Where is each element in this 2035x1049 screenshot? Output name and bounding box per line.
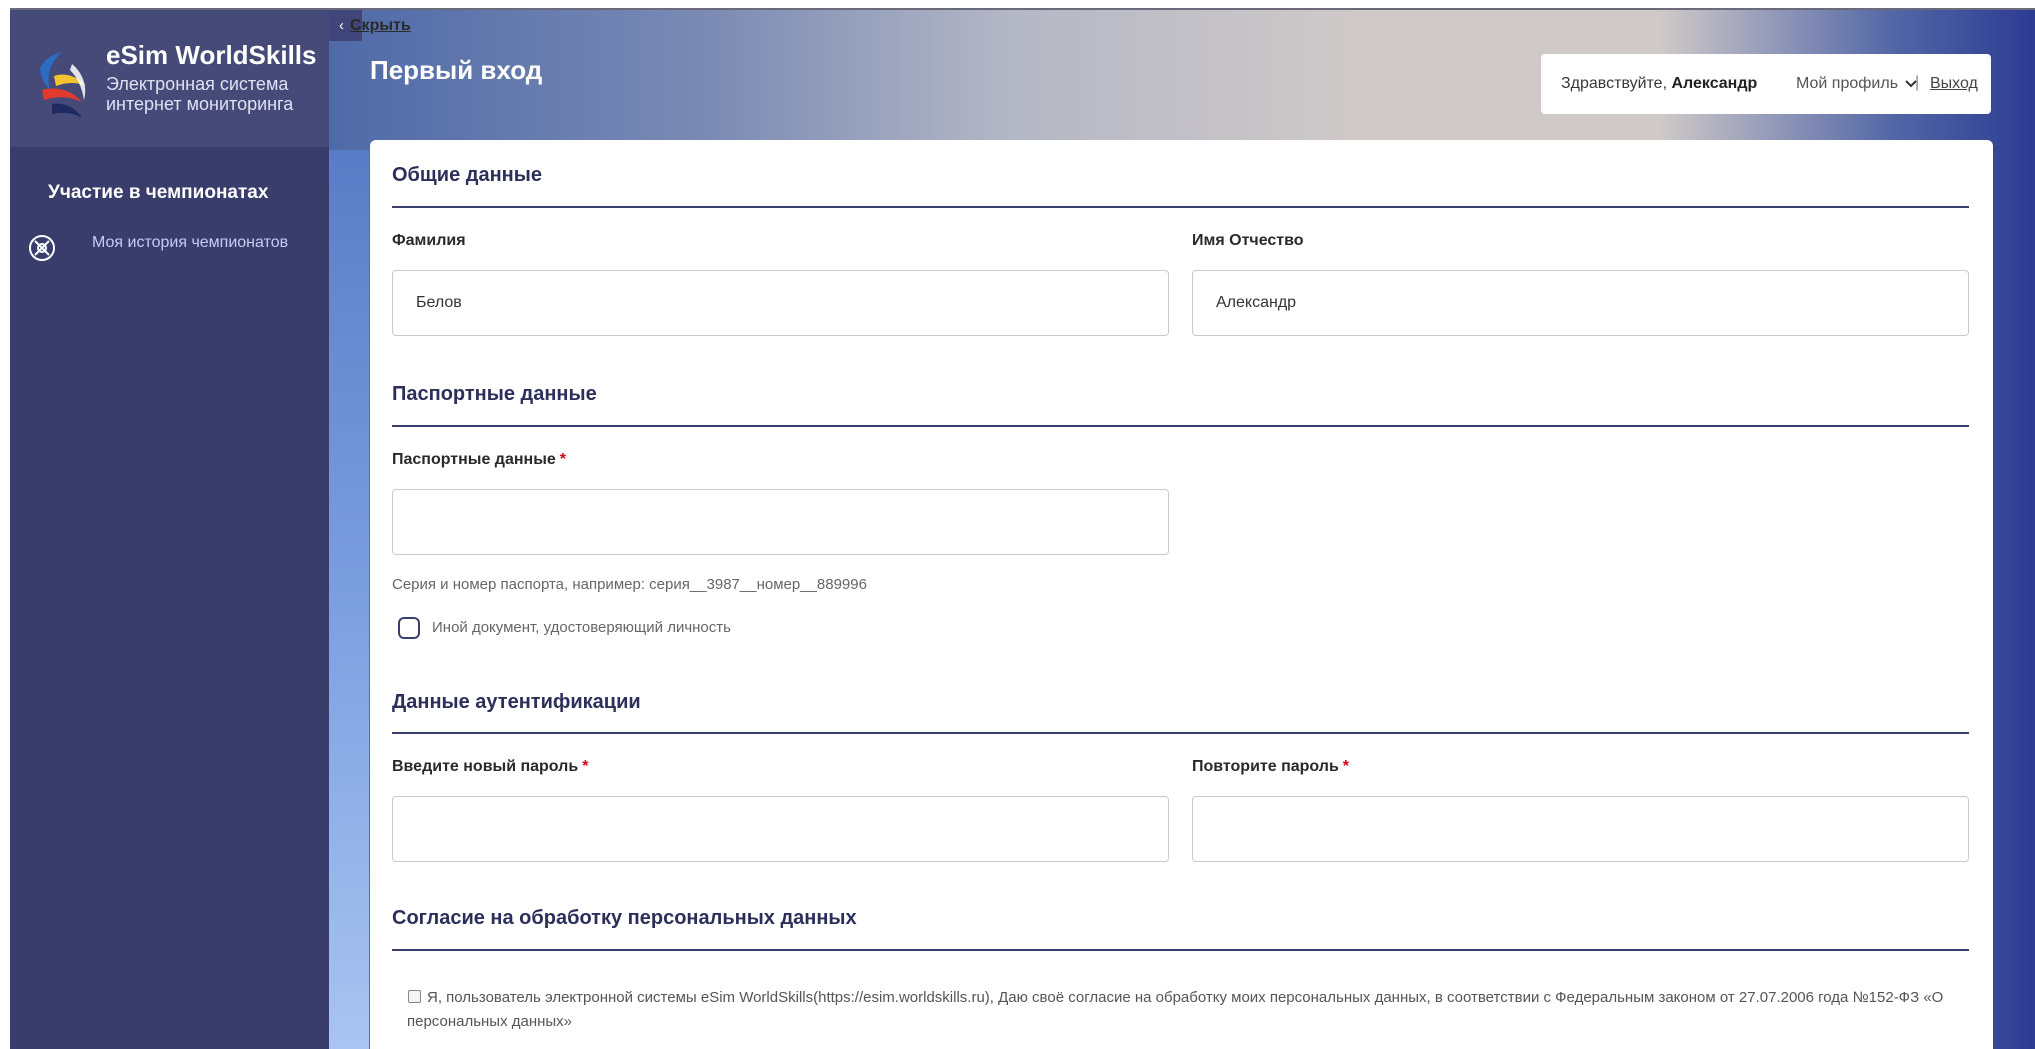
auth-heading: Данные аутентификации bbox=[392, 691, 641, 713]
first-login-form: Общие данные Фамилия Белов Имя Отчество … bbox=[370, 140, 1993, 1049]
passport-hint: Серия и номер паспорта, например: серия_… bbox=[392, 576, 867, 593]
my-profile-dropdown[interactable]: Мой профиль bbox=[1796, 75, 1918, 93]
last-name-field[interactable]: Белов bbox=[392, 270, 1169, 336]
first-name-label: Имя Отчество bbox=[1192, 232, 1304, 249]
divider bbox=[392, 949, 1969, 951]
separator: | bbox=[1915, 74, 1920, 91]
app-name: eSim WorldSkills bbox=[106, 40, 317, 70]
divider bbox=[392, 732, 1969, 734]
sidebar-header: eSim WorldSkills Электронная система инт… bbox=[10, 10, 329, 147]
greeting: Здравствуйте, Александр bbox=[1561, 75, 1757, 93]
passport-label-text: Паспортные данные bbox=[392, 451, 556, 468]
divider bbox=[392, 206, 1969, 208]
page-title: Первый вход bbox=[370, 55, 543, 85]
other-document-label[interactable]: Иной документ, удостоверяющий личность bbox=[432, 619, 731, 636]
worldskills-logo-icon bbox=[40, 52, 86, 118]
first-name-field[interactable]: Александр bbox=[1192, 270, 1969, 336]
hide-sidebar-button[interactable]: ‹ Скрыть bbox=[329, 10, 411, 41]
repeat-password-field[interactable] bbox=[1192, 796, 1969, 862]
required-mark: * bbox=[582, 758, 589, 775]
logout-link[interactable]: Выход bbox=[1930, 75, 1978, 93]
other-document-checkbox[interactable] bbox=[398, 617, 420, 639]
consent-heading: Согласие на обработку персональных данны… bbox=[392, 907, 857, 929]
new-password-label: Введите новый пароль * bbox=[392, 758, 588, 776]
main-left-gradient bbox=[329, 150, 369, 1049]
sidebar-item-championship-history[interactable]: Моя история чемпионатов bbox=[92, 234, 288, 252]
chevron-left-icon: ‹ bbox=[339, 17, 344, 34]
my-profile-label: Мой профиль bbox=[1796, 75, 1899, 92]
sidebar: eSim WorldSkills Электронная система инт… bbox=[10, 10, 329, 1049]
hide-sidebar-label: Скрыть bbox=[350, 17, 411, 34]
app-window: eSim WorldSkills Электронная система инт… bbox=[0, 0, 2035, 1049]
user-name: Александр bbox=[1671, 75, 1758, 92]
new-password-label-text: Введите новый пароль bbox=[392, 758, 579, 775]
required-mark: * bbox=[559, 451, 566, 468]
last-name-label: Фамилия bbox=[392, 232, 466, 249]
app-subtitle: Электронная система интернет мониторинга bbox=[106, 74, 294, 114]
sidebar-section-title: Участие в чемпионатах bbox=[48, 182, 269, 203]
new-password-field[interactable] bbox=[392, 796, 1169, 862]
divider bbox=[392, 425, 1969, 427]
repeat-password-label: Повторите пароль * bbox=[1192, 758, 1349, 776]
passport-field[interactable] bbox=[392, 489, 1169, 555]
greeting-prefix: Здравствуйте, bbox=[1561, 75, 1668, 92]
passport-heading: Паспортные данные bbox=[392, 383, 597, 405]
consent-text: Я, пользователь электронной системы eSim… bbox=[407, 989, 1944, 1030]
repeat-password-label-text: Повторите пароль bbox=[1192, 758, 1339, 775]
user-panel: Здравствуйте, Александр Мой профиль | Вы… bbox=[1541, 54, 1991, 114]
required-mark: * bbox=[1342, 758, 1350, 775]
passport-label: Паспортные данные * bbox=[392, 451, 566, 469]
general-data-heading: Общие данные bbox=[392, 164, 542, 186]
championship-history-icon bbox=[29, 235, 55, 261]
